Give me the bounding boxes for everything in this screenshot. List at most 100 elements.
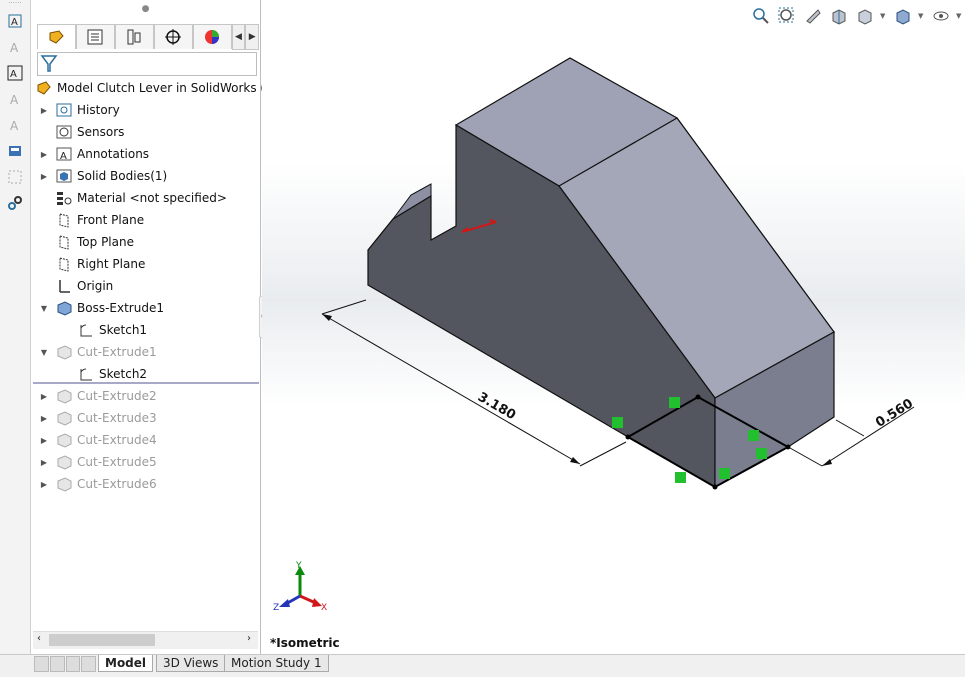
coordinate-triad <box>279 566 322 607</box>
tab-scroll-right-button[interactable]: ▶ <box>245 24 259 50</box>
autoballoon-icon[interactable]: A <box>4 62 26 84</box>
tree-item-label: Boss-Extrude1 <box>77 301 164 315</box>
collapse-arrow-icon[interactable]: ▼ <box>39 304 49 313</box>
tree-item-material-not-specified[interactable]: Material <not specified> <box>55 187 227 209</box>
toolbar-grip[interactable]: ······ <box>0 0 30 7</box>
tree-item-label: Cut-Extrude5 <box>77 455 157 469</box>
expand-arrow-icon[interactable]: ▶ <box>39 414 49 423</box>
tree-item-annotations[interactable]: ▶ A Annotations <box>41 143 149 165</box>
expand-arrow-icon[interactable]: ▶ <box>39 106 49 115</box>
tab-3d-views[interactable]: 3D Views <box>156 655 226 672</box>
sketch-point[interactable] <box>695 394 701 400</box>
cut-extrude-icon <box>55 387 73 405</box>
expand-arrow-icon[interactable]: ▶ <box>39 392 49 401</box>
dimxpert-tab[interactable] <box>153 24 193 49</box>
tree-item-cut-extrude6[interactable]: ▶ Cut-Extrude6 <box>41 473 157 495</box>
tree-item-front-plane[interactable]: Front Plane <box>55 209 144 231</box>
tree-item-label: Top Plane <box>77 235 134 249</box>
expand-arrow-icon[interactable]: ▶ <box>39 150 49 159</box>
tree-item-label: Solid Bodies(1) <box>77 169 168 183</box>
model-canvas[interactable] <box>262 0 965 654</box>
sketch-icon <box>77 365 95 383</box>
sketch-point[interactable] <box>785 444 791 450</box>
tree-item-sensors[interactable]: Sensors <box>55 121 124 143</box>
triad-z-label: Z <box>273 603 280 613</box>
scrollbar-thumb[interactable] <box>49 634 155 646</box>
surface-finish-icon[interactable] <box>4 140 26 162</box>
expand-arrow-icon[interactable]: ▶ <box>39 480 49 489</box>
collapse-arrow-icon[interactable]: ▼ <box>39 348 49 357</box>
horizontal-scrollbar[interactable]: ‹ › <box>33 631 258 649</box>
tree-item-cut-extrude4[interactable]: ▶ Cut-Extrude4 <box>41 429 157 451</box>
sketch-relation-icon[interactable] <box>756 448 767 459</box>
expand-arrow-icon[interactable]: ▶ <box>39 436 49 445</box>
svg-text:A: A <box>10 93 19 107</box>
tree-item-label: Material <not specified> <box>77 191 227 205</box>
left-command-toolbar: ······ A A A A A <box>0 0 31 656</box>
rollback-bar[interactable] <box>33 382 259 384</box>
part-body[interactable] <box>367 57 835 489</box>
cut-extrude-icon <box>55 475 73 493</box>
plane-icon <box>55 233 73 251</box>
scroll-left-arrow[interactable]: ‹ <box>37 633 41 644</box>
origin-icon <box>55 277 73 295</box>
tree-item-label: Sketch1 <box>99 323 148 337</box>
tree-item-sketch1[interactable]: Sketch1 <box>77 319 147 341</box>
annotations-icon: A <box>55 145 73 163</box>
tree-item-label: History <box>77 103 120 117</box>
view-orientation-label: *Isometric <box>270 636 340 650</box>
sketch-point[interactable] <box>712 484 718 490</box>
svg-text:A: A <box>10 41 19 55</box>
sketch-icon <box>77 321 95 339</box>
panel-grip[interactable]: ● <box>31 4 260 14</box>
tree-item-label: Cut-Extrude3 <box>77 411 157 425</box>
sketch-relation-icon[interactable] <box>675 472 686 483</box>
tree-item-cut-extrude3[interactable]: ▶ Cut-Extrude3 <box>41 407 157 429</box>
tree-root-label: Model Clutch Lever in SolidWorks (De <box>57 81 282 95</box>
note-icon[interactable]: A <box>4 36 26 58</box>
tree-item-boss-extrude1[interactable]: ▼ Boss-Extrude1 <box>41 297 164 319</box>
expand-arrow-icon[interactable]: ▶ <box>39 458 49 467</box>
triad-x-label: X <box>321 603 328 613</box>
filter-icon <box>40 55 58 72</box>
tree-item-cut-extrude1[interactable]: ▼ Cut-Extrude1 <box>41 341 157 363</box>
svg-text:A: A <box>10 119 19 133</box>
scroll-right-arrow[interactable]: › <box>247 633 251 644</box>
sketch-relation-icon[interactable] <box>719 468 730 479</box>
sketch-relation-icon[interactable] <box>612 417 623 428</box>
tab-model[interactable]: Model <box>98 655 154 672</box>
cut-extrude-icon <box>55 343 73 361</box>
tree-item-history[interactable]: ▶ History <box>41 99 120 121</box>
tab-nav-arrows[interactable] <box>34 656 96 672</box>
material-icon <box>55 189 73 207</box>
tree-item-cut-extrude2[interactable]: ▶ Cut-Extrude2 <box>41 385 157 407</box>
sketch-point[interactable] <box>625 434 631 440</box>
stacked-balloon-icon[interactable]: A <box>4 114 26 136</box>
tree-item-solid-bodies-1[interactable]: ▶ Solid Bodies(1) <box>41 165 168 187</box>
tab-scroll-left-button[interactable]: ◀ <box>231 24 246 50</box>
tree-item-right-plane[interactable]: Right Plane <box>55 253 145 275</box>
graphics-area[interactable]: ▼ ▼ ▼ 3.180 0.560 Y X Z *Isometric <box>262 0 965 654</box>
svg-text:A: A <box>60 151 67 162</box>
tab-motion-study-1[interactable]: Motion Study 1 <box>224 655 329 672</box>
sketch-relation-icon[interactable] <box>748 430 759 441</box>
tree-root[interactable]: Model Clutch Lever in SolidWorks (De <box>35 77 282 99</box>
tree-item-origin[interactable]: Origin <box>55 275 113 297</box>
sketch-relation-icon[interactable] <box>669 397 680 408</box>
boss-extrude-icon <box>55 299 73 317</box>
configurationmanager-tab[interactable] <box>114 24 154 49</box>
balloon-icon[interactable]: A <box>4 88 26 110</box>
propertymanager-tab[interactable] <box>75 24 115 49</box>
mate-reference-icon[interactable] <box>4 192 26 214</box>
filter-field[interactable] <box>37 52 257 76</box>
display-manager-tab[interactable] <box>192 24 232 49</box>
tree-item-cut-extrude5[interactable]: ▶ Cut-Extrude5 <box>41 451 157 473</box>
tree-item-label: Cut-Extrude1 <box>77 345 157 359</box>
expand-arrow-icon[interactable]: ▶ <box>39 172 49 181</box>
tree-item-top-plane[interactable]: Top Plane <box>55 231 134 253</box>
featuremanager-tab[interactable] <box>37 24 76 49</box>
part-icon <box>35 79 53 97</box>
tree-item-label: Cut-Extrude6 <box>77 477 157 491</box>
datum-icon[interactable] <box>4 166 26 188</box>
smart-dimension-icon[interactable]: A <box>4 10 26 32</box>
